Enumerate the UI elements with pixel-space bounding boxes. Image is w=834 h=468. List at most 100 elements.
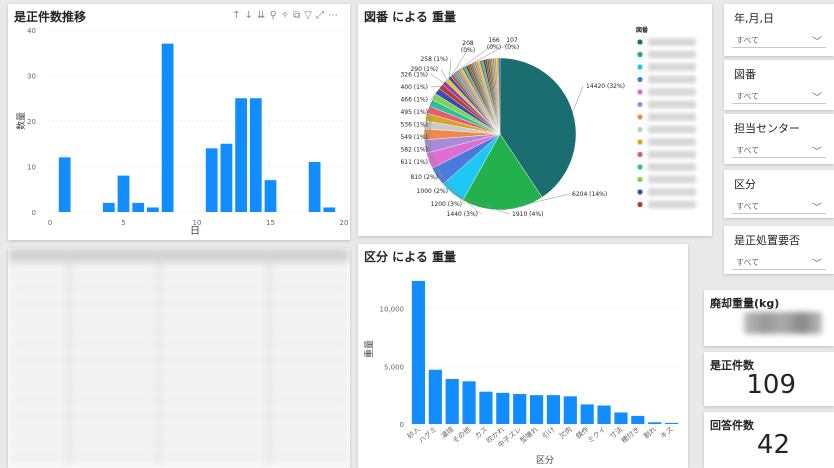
slicer-part[interactable]: 図番 すべて ﹀ — [724, 60, 834, 110]
pie-data-label: 400 (1%) — [400, 84, 428, 91]
table-blur-content — [8, 248, 350, 468]
kpi-correction-count-value: 109 — [746, 370, 796, 400]
legend-marker — [637, 164, 643, 170]
pie-data-label: 611 (1%) — [400, 159, 428, 166]
bar — [205, 148, 218, 212]
legend-marker — [637, 151, 643, 158]
legend-item-blurred — [648, 75, 696, 84]
x-axis-label: 区分 — [536, 455, 554, 466]
pie-data-label: 1910 (4%) — [512, 211, 543, 218]
slicer-category-value: すべて — [736, 202, 760, 211]
legend-marker — [637, 76, 643, 83]
bar — [614, 412, 628, 424]
legend-marker — [637, 126, 643, 133]
y-tick-label: 10,000 — [380, 306, 405, 314]
legend-item-blurred — [648, 188, 696, 196]
bar — [462, 381, 476, 424]
legend-marker — [637, 139, 643, 145]
slicer-action-dropdown[interactable]: すべて ﹀ — [732, 252, 826, 270]
pie-chart-card[interactable]: 図番 による 重量 14420 (32%) 6204 (14%) 1910 (4%)… — [358, 4, 712, 236]
legend-item-blurred — [648, 200, 696, 209]
slicer-date[interactable]: 年,月,日 すべて ﹀ — [724, 4, 834, 56]
pie-data-label: 549 (1%) — [400, 134, 428, 141]
legend-marker — [637, 39, 643, 45]
x-tick-label: ハグミ — [417, 425, 439, 445]
pie-data-label: 107 (0%) — [505, 37, 519, 51]
pie-data-label: 290 (1%) — [410, 66, 438, 73]
bar — [132, 202, 145, 212]
x-tick-label: 15 — [266, 219, 275, 227]
bar — [58, 157, 71, 212]
bar — [664, 422, 679, 424]
chevron-down-icon: ﹀ — [812, 259, 822, 270]
y-tick-label: 0 — [400, 421, 404, 429]
bar — [496, 392, 510, 424]
slicer-category[interactable]: 区分 すべて ﹀ — [724, 170, 834, 218]
legend-item-blurred — [648, 138, 696, 146]
slicer-center[interactable]: 担当センター すべて ﹀ — [724, 114, 834, 164]
bar — [220, 143, 233, 212]
pie-data-label-line1: 107 — [506, 37, 518, 44]
bar — [428, 369, 442, 424]
weight-by-category-card[interactable]: 区分 による 重量 0 5,000 10,000 砂入 ハグミ 湯境 その他 カス 吹かれ 中子ズ… — [358, 244, 688, 468]
pie-data-label: 14420 (32%) — [586, 83, 625, 90]
bar — [563, 396, 577, 424]
x-tick-label: 5 — [121, 219, 125, 227]
pie-data-label: 1440 (3%) — [447, 211, 478, 218]
slicer-center-dropdown[interactable]: すべて ﹀ — [732, 140, 826, 158]
legend-item-blurred — [648, 100, 696, 109]
slicer-action-required[interactable]: 是正処置要否 すべて ﹀ — [724, 226, 834, 274]
chevron-down-icon: ﹀ — [812, 37, 822, 48]
bar — [445, 379, 459, 424]
slicer-part-value: すべて — [736, 92, 760, 101]
y-tick-label: 20 — [27, 118, 36, 126]
y-tick-label: 40 — [27, 27, 36, 35]
bar — [308, 161, 321, 212]
legend-item-blurred — [648, 163, 696, 171]
legend-item-blurred — [648, 88, 696, 96]
bar — [161, 43, 174, 213]
slicer-center-label: 担当センター — [734, 122, 800, 135]
pie-data-label-line1: 166 — [488, 37, 500, 44]
slicer-date-dropdown[interactable]: すべて ﹀ — [732, 30, 826, 48]
slicer-category-dropdown[interactable]: すべて ﹀ — [732, 196, 826, 214]
pie-data-label: 1200 (3%) — [431, 201, 462, 208]
legend-marker — [637, 114, 643, 120]
chevron-down-icon: ﹀ — [812, 147, 822, 158]
bar — [102, 202, 115, 212]
bar — [631, 415, 645, 424]
chevron-down-icon: ﹀ — [812, 203, 822, 214]
slicer-center-value: すべて — [736, 146, 760, 155]
weight-by-part-pie[interactable]: 14420 (32%) 6204 (14%) 1910 (4%) 1440 (3%) 1… — [358, 4, 712, 236]
bar — [580, 404, 594, 424]
pie-leader-line — [440, 68, 447, 80]
legend-marker — [637, 176, 643, 183]
kpi-scrap-weight: 廃却重量(kg) — [704, 290, 834, 346]
x-tick-label: 引け — [540, 425, 557, 441]
daily-count-chart[interactable]: 0102030400 5 10 15 20日数量 — [8, 4, 350, 240]
bar — [249, 98, 262, 212]
slicer-date-label: 年,月,日 — [734, 12, 774, 25]
slicer-action-value: すべて — [736, 258, 760, 267]
bar — [546, 395, 561, 424]
pie-data-label: 1000 (2%) — [417, 188, 448, 195]
legend-marker — [637, 51, 643, 58]
slicer-category-label: 区分 — [734, 178, 756, 191]
pie-leader-line — [430, 86, 441, 88]
legend-marker — [637, 189, 643, 195]
legend-item-blurred — [648, 50, 696, 59]
legend-marker — [637, 89, 643, 95]
bar — [648, 422, 662, 424]
bar — [597, 405, 611, 424]
legend-marker — [637, 64, 643, 70]
x-tick-label: 型壊れ — [518, 425, 540, 445]
x-tick-label: 20 — [340, 219, 349, 227]
data-table-blurred[interactable] — [8, 248, 350, 468]
slicer-part-dropdown[interactable]: すべて ﹀ — [732, 86, 826, 104]
bar — [479, 391, 493, 424]
x-tick-label: その他 — [450, 425, 472, 445]
legend-marker — [637, 201, 643, 208]
weight-by-category-chart[interactable]: 05,00010,000砂入ハグミ 湯境その他 カス吹かれ中子ズレ型壊れ 引け 欠肉 鋳作… — [358, 244, 688, 468]
daily-count-chart-card[interactable]: 是正件数推移 ↑↓⇊⚲✧⧉▽⤢⋯ 0 10 20 30 40 0 5 10 15 20 日数量 — [8, 4, 350, 240]
x-tick-label: ミクイ — [586, 425, 607, 445]
